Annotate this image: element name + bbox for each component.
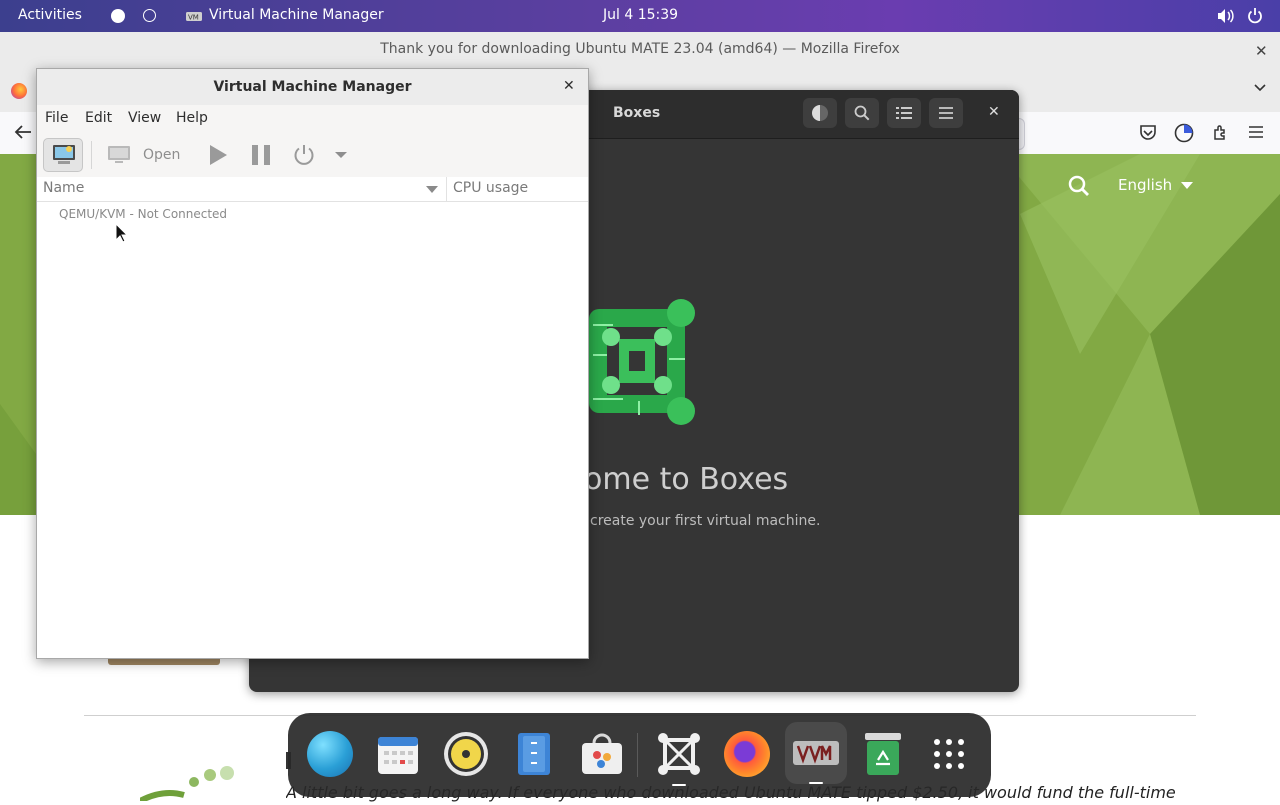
search-icon[interactable] [1068, 175, 1090, 201]
virt-manager-window: Virtual Machine Manager ✕ File Edit View… [36, 68, 589, 659]
dash-dock [288, 713, 991, 797]
close-icon[interactable]: ✕ [1255, 42, 1268, 60]
running-indicator [809, 782, 823, 784]
column-separator [446, 177, 447, 201]
close-icon[interactable]: ✕ [988, 104, 1000, 120]
vmm-menubar: File Edit View Help [37, 105, 588, 133]
list-all-tabs-icon[interactable] [1253, 80, 1267, 98]
chevron-down-icon [1180, 182, 1193, 189]
activities-button[interactable]: Activities [18, 7, 82, 23]
app-menu-icon: VM [186, 10, 202, 22]
boxes-welcome-subtitle: create your first virtual machine. [590, 513, 821, 529]
power-icon [294, 145, 314, 165]
web-browser-icon[interactable] [305, 729, 355, 779]
extensions-icon[interactable] [1212, 124, 1229, 145]
files-icon[interactable] [509, 729, 559, 779]
mouse-cursor-icon [115, 223, 129, 243]
app-menu-label[interactable]: Virtual Machine Manager [209, 7, 384, 23]
chevron-down-icon [335, 152, 347, 158]
monitor-icon [108, 146, 130, 163]
firefox-titlebar: Thank you for downloading Ubuntu MATE 23… [0, 32, 1280, 69]
firefox-tab-favicon[interactable] [11, 83, 27, 99]
dark-mode-button[interactable] [803, 98, 837, 128]
menu-help[interactable]: Help [176, 110, 208, 126]
language-label: English [1118, 176, 1173, 194]
boxes-icon[interactable] [654, 729, 704, 786]
pause-icon [252, 145, 270, 165]
running-indicator [672, 784, 686, 786]
search-button[interactable] [845, 98, 879, 128]
close-icon[interactable]: ✕ [563, 78, 575, 94]
boxes-welcome-title: ome to Boxes [584, 462, 789, 497]
gnome-top-bar: Activities VM Virtual Machine Manager Ju… [0, 0, 1280, 32]
app-grid-icon[interactable] [924, 729, 974, 779]
menu-icon[interactable] [1248, 125, 1264, 143]
shutdown-menu-button[interactable] [335, 152, 347, 158]
list-view-button[interactable] [887, 98, 921, 128]
vmm-toolbar: Open [37, 133, 588, 178]
account-icon[interactable] [1174, 123, 1194, 147]
boxes-title: Boxes [613, 105, 661, 121]
column-header-name[interactable]: Name [43, 180, 84, 196]
back-icon[interactable] [14, 124, 32, 144]
list-view-icon [896, 107, 912, 119]
connection-label: QEMU/KVM - Not Connected [59, 207, 228, 221]
menu-file[interactable]: File [45, 110, 68, 126]
power-icon[interactable] [1247, 7, 1263, 28]
menu-edit[interactable]: Edit [85, 110, 112, 126]
shutdown-button[interactable] [292, 143, 316, 171]
open-button[interactable]: Open [107, 141, 180, 169]
virt-manager-icon[interactable] [785, 722, 847, 784]
vmm-title: Virtual Machine Manager [213, 79, 412, 95]
workspace-indicator[interactable] [143, 9, 156, 22]
firefox-icon[interactable] [722, 729, 772, 779]
vmm-titlebar: Virtual Machine Manager ✕ [37, 69, 588, 106]
workspace-indicator-active[interactable] [111, 9, 125, 23]
toolbar-separator [91, 141, 92, 169]
volume-icon[interactable] [1217, 8, 1235, 28]
dock-separator [637, 733, 638, 777]
mate-leaf-logo [138, 765, 240, 805]
run-button[interactable] [207, 144, 229, 170]
rhythmbox-icon[interactable] [441, 729, 491, 779]
menu-icon [939, 107, 953, 119]
clock[interactable]: Jul 4 15:39 [603, 7, 678, 23]
firefox-window-title: Thank you for downloading Ubuntu MATE 23… [380, 41, 900, 57]
column-header-cpu-usage[interactable]: CPU usage [453, 180, 528, 196]
svg-text:VM: VM [188, 14, 199, 22]
new-vm-button[interactable] [43, 138, 83, 172]
vm-list-header: Name CPU usage [37, 177, 588, 202]
trash-icon[interactable] [858, 729, 908, 779]
contrast-icon [812, 105, 828, 121]
open-label: Open [143, 147, 181, 163]
language-selector[interactable]: English [1118, 176, 1193, 194]
pause-button[interactable] [250, 144, 272, 170]
pocket-icon[interactable] [1139, 124, 1157, 145]
sort-indicator-icon[interactable] [426, 186, 438, 193]
menu-view[interactable]: View [128, 110, 161, 126]
vm-list-row[interactable]: QEMU/KVM - Not Connected [37, 205, 588, 225]
calendar-icon[interactable] [373, 729, 423, 779]
play-icon [210, 145, 227, 165]
new-vm-icon [53, 145, 75, 164]
main-menu-button[interactable] [929, 98, 963, 128]
search-icon [854, 105, 870, 121]
software-icon[interactable] [577, 729, 627, 779]
